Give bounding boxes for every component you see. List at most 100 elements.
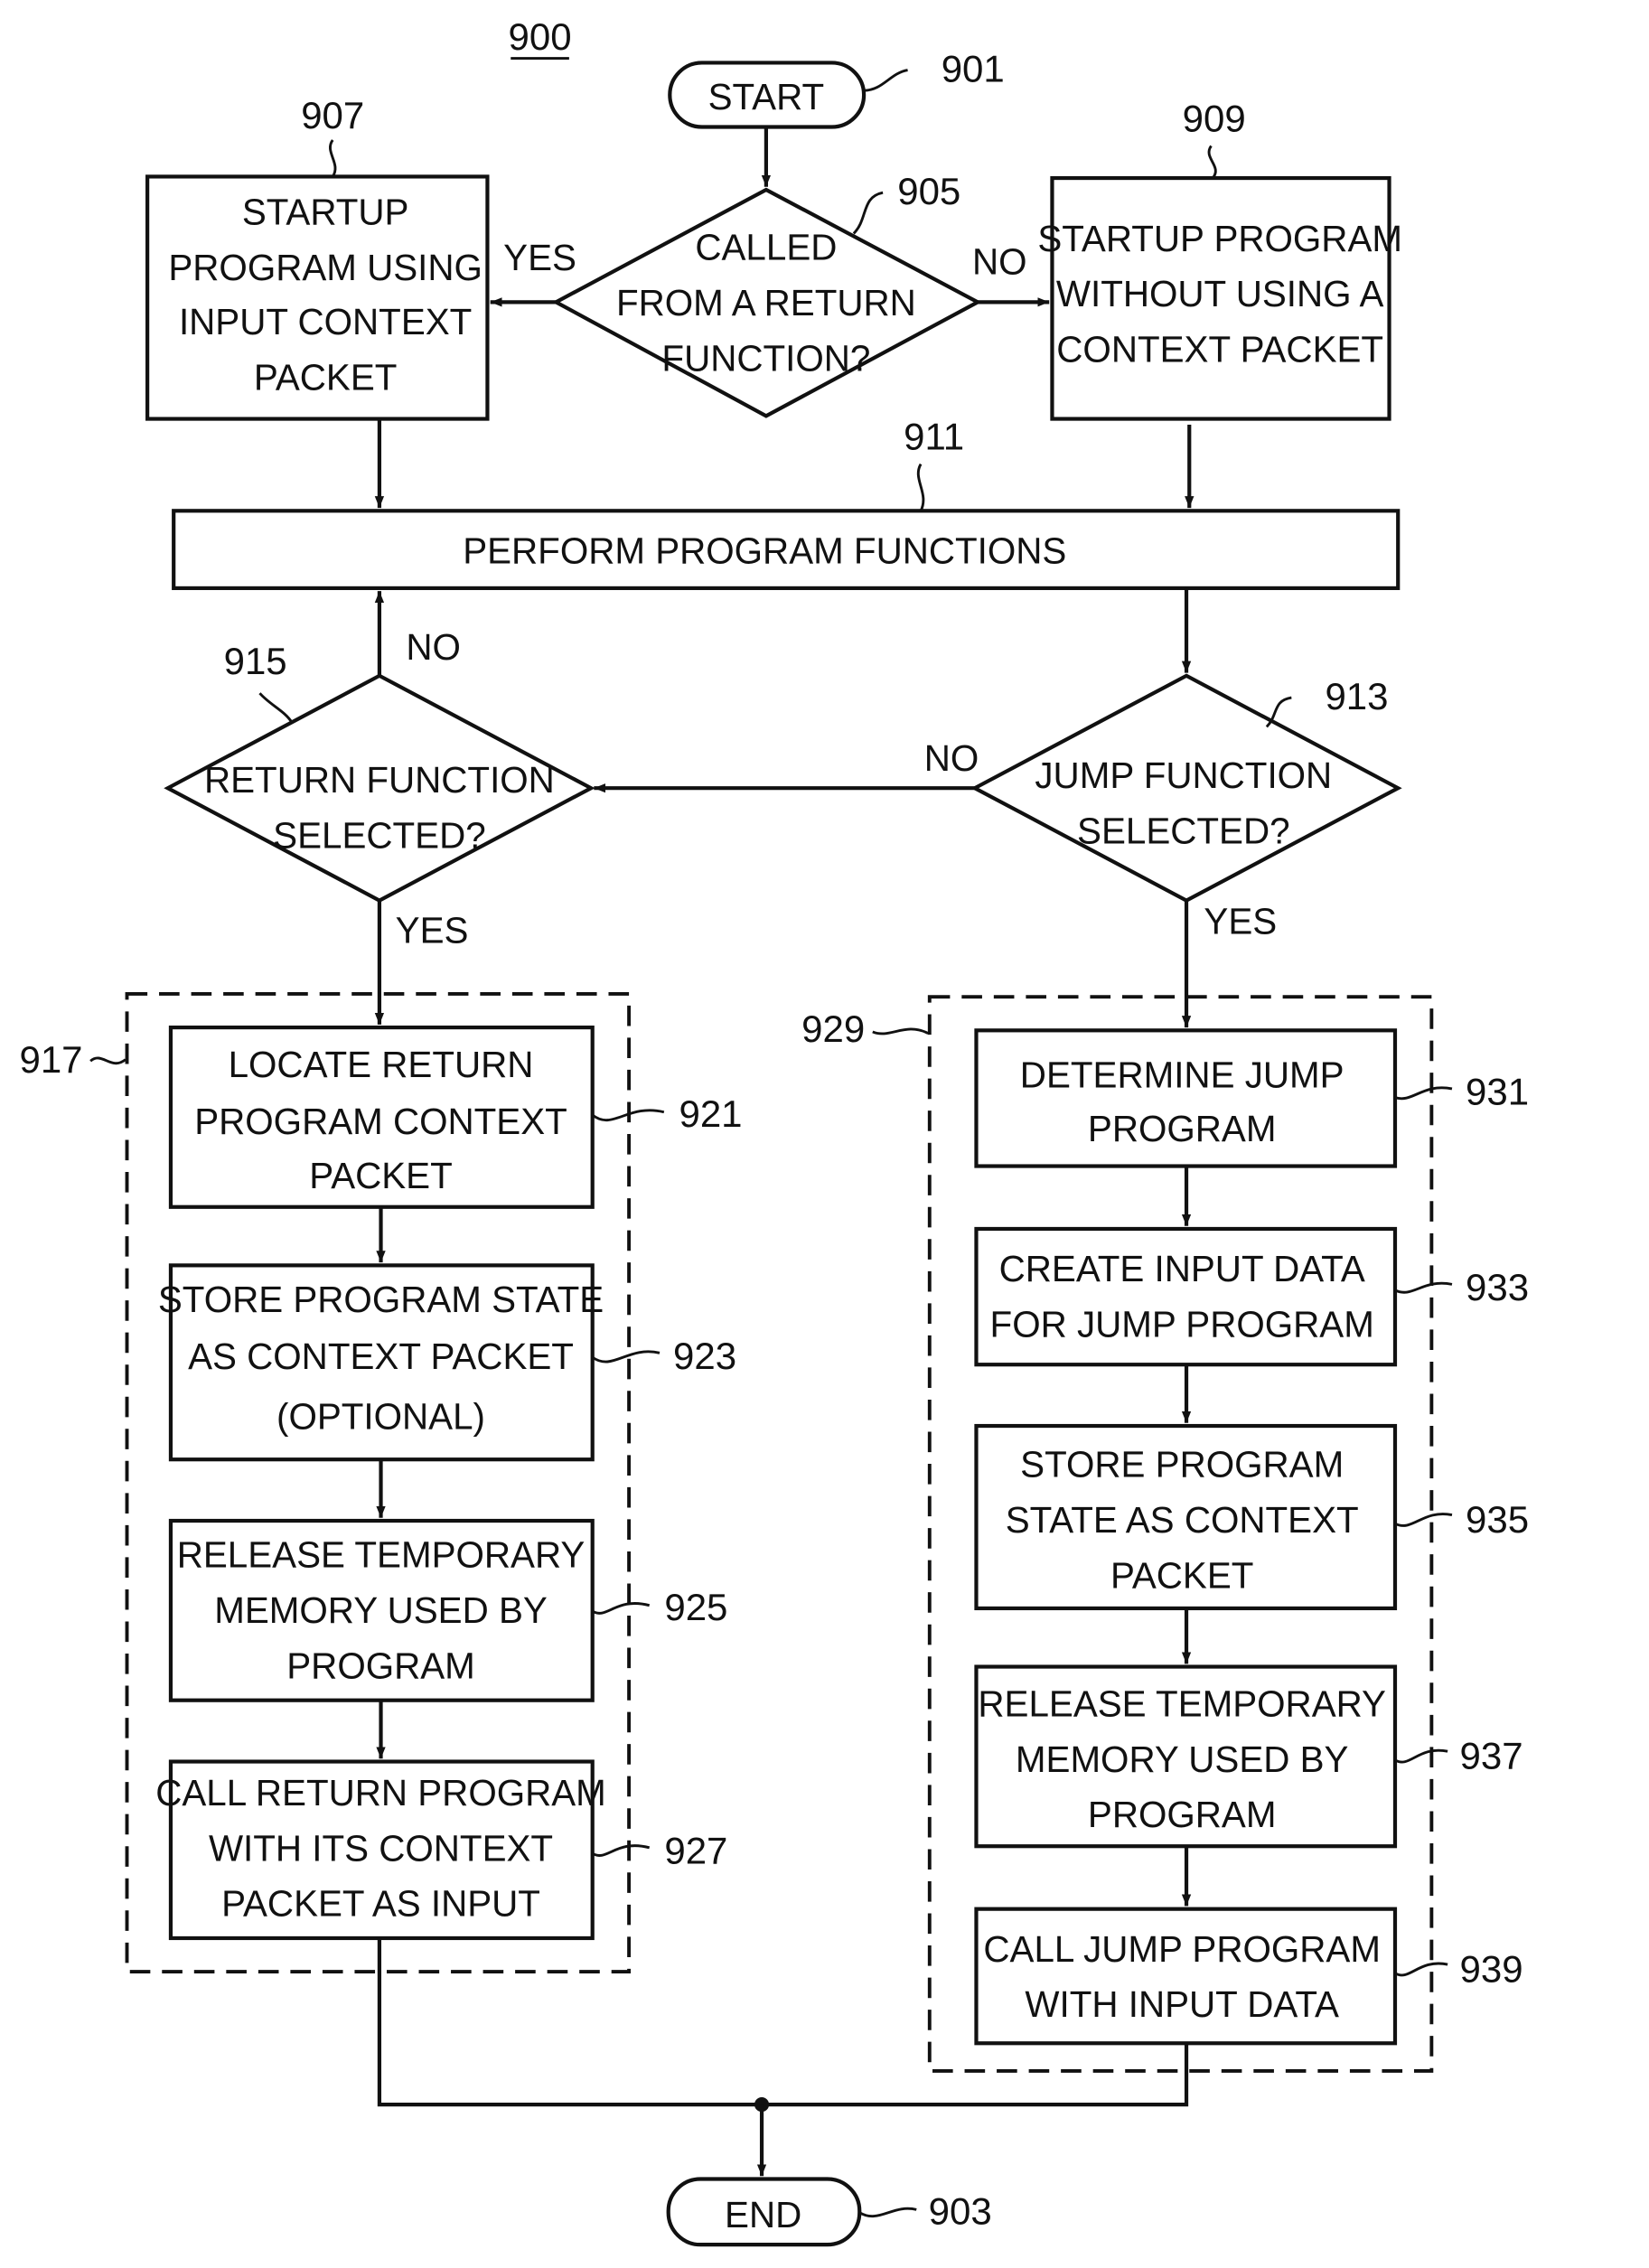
box-907-line3: INPUT CONTEXT	[179, 301, 472, 342]
box-927-line3: PACKET AS INPUT	[221, 1883, 540, 1925]
ref-915: 915	[224, 640, 287, 682]
process-startup-with-context: STARTUP PROGRAM USING INPUT CONTEXT PACK…	[145, 174, 490, 421]
decision-913-line2: SELECTED?	[1077, 811, 1290, 852]
leader-903	[858, 2207, 917, 2218]
start-label: START	[708, 76, 825, 117]
ref-931: 931	[1466, 1071, 1529, 1113]
ref-937: 937	[1460, 1735, 1523, 1777]
leader-937	[1394, 1748, 1448, 1764]
leader-929	[872, 1027, 929, 1036]
box-907-line4: PACKET	[254, 356, 397, 398]
label-no-913: NO	[924, 737, 979, 779]
leader-939	[1394, 1962, 1448, 1977]
box-921-line1: LOCATE RETURN	[229, 1044, 534, 1085]
connector-939-to-merge	[762, 2043, 1189, 2107]
start-terminal: START	[668, 61, 867, 129]
box-925-line3: PROGRAM	[286, 1645, 475, 1686]
process-perform-program-functions: PERFORM PROGRAM FUNCTIONS	[172, 509, 1401, 591]
box-927-line2: WITH ITS CONTEXT	[209, 1827, 553, 1869]
box-907-line1: STARTUP	[242, 192, 409, 233]
leader-911	[916, 463, 925, 511]
box-925-line2: MEMORY USED BY	[214, 1589, 548, 1631]
decision-915-line2: SELECTED?	[273, 814, 486, 856]
ref-907: 907	[301, 94, 364, 136]
box-935-line1: STORE PROGRAM	[1020, 1444, 1344, 1485]
label-no-915: NO	[406, 626, 461, 668]
ref-913: 913	[1325, 675, 1388, 717]
ref-901: 901	[942, 47, 1005, 89]
box-909-line1: STARTUP PROGRAM	[1037, 218, 1402, 259]
leader-931	[1394, 1086, 1453, 1101]
label-no-905: NO	[972, 241, 1027, 283]
ref-933: 933	[1466, 1266, 1529, 1308]
leader-927	[591, 1844, 651, 1857]
end-label: END	[725, 2194, 801, 2235]
decision-return-selected: RETURN FUNCTION SELECTED?	[164, 673, 595, 903]
leader-909	[1207, 145, 1217, 180]
box-937-line1: RELEASE TEMPORARY	[978, 1682, 1386, 1724]
box-921-line3: PACKET	[309, 1155, 452, 1196]
ref-905: 905	[897, 170, 960, 212]
ref-927: 927	[664, 1830, 727, 1872]
process-call-jump-program: CALL JUMP PROGRAM WITH INPUT DATA	[974, 1907, 1398, 2046]
box-923-line1: STORE PROGRAM STATE	[158, 1279, 604, 1320]
decision-913-line1: JUMP FUNCTION	[1035, 754, 1332, 796]
box-931-line1: DETERMINE JUMP	[1020, 1054, 1344, 1095]
process-release-memory-jump: RELEASE TEMPORARY MEMORY USED BY PROGRAM	[974, 1664, 1398, 1849]
ref-925: 925	[664, 1586, 727, 1628]
leader-913	[1265, 696, 1292, 728]
box-927-line1: CALL RETURN PROGRAM	[155, 1772, 606, 1813]
process-store-state-optional: STORE PROGRAM STATE AS CONTEXT PACKET (O…	[158, 1263, 604, 1462]
leader-915	[258, 692, 294, 724]
box-937-line3: PROGRAM	[1088, 1794, 1277, 1835]
leader-933	[1394, 1281, 1453, 1294]
box-923-line2: AS CONTEXT PACKET	[188, 1335, 574, 1377]
leader-917	[89, 1056, 126, 1065]
leader-905	[852, 191, 884, 235]
decision-905-line3: FUNCTION?	[661, 337, 870, 379]
process-store-state-jump: STORE PROGRAM STATE AS CONTEXT PACKET	[974, 1423, 1398, 1611]
decision-915-line1: RETURN FUNCTION	[204, 759, 555, 801]
ref-909: 909	[1183, 97, 1246, 139]
leader-901	[864, 69, 908, 92]
ref-911: 911	[904, 415, 964, 457]
box-939-line2: WITH INPUT DATA	[1025, 1983, 1339, 2025]
box-935-line3: PACKET	[1110, 1554, 1253, 1596]
leader-923	[591, 1350, 661, 1364]
box-907-line2: PROGRAM USING	[168, 247, 483, 288]
box-925-line1: RELEASE TEMPORARY	[177, 1534, 586, 1576]
box-937-line2: MEMORY USED BY	[1016, 1738, 1349, 1780]
ref-935: 935	[1466, 1498, 1529, 1541]
ref-929: 929	[801, 1007, 865, 1050]
box-921-line2: PROGRAM CONTEXT	[194, 1101, 567, 1142]
ref-917: 917	[19, 1038, 82, 1081]
leader-925	[591, 1602, 651, 1615]
box-939-line1: CALL JUMP PROGRAM	[983, 1928, 1381, 1970]
process-startup-without-context: STARTUP PROGRAM WITHOUT USING A CONTEXT …	[1037, 175, 1402, 421]
label-yes-915: YES	[396, 909, 469, 951]
leader-907	[329, 139, 337, 178]
leader-935	[1394, 1513, 1453, 1527]
ref-923: 923	[673, 1335, 736, 1377]
ref-903: 903	[929, 2190, 992, 2233]
ref-939: 939	[1460, 1947, 1523, 1990]
process-create-input-data: CREATE INPUT DATA FOR JUMP PROGRAM	[974, 1226, 1398, 1367]
box-911-line1: PERFORM PROGRAM FUNCTIONS	[463, 530, 1066, 571]
process-determine-jump: DETERMINE JUMP PROGRAM	[974, 1028, 1398, 1168]
decision-905-line2: FROM A RETURN	[616, 282, 916, 323]
decision-called-from-return: CALLED FROM A RETURN FUNCTION?	[551, 187, 982, 418]
box-933-line2: FOR JUMP PROGRAM	[990, 1304, 1374, 1345]
end-terminal: END	[666, 2177, 862, 2247]
ref-921: 921	[679, 1092, 742, 1135]
box-909-line2: WITHOUT USING A	[1056, 273, 1384, 314]
figure-number: 900	[509, 15, 572, 58]
box-923-line3: (OPTIONAL)	[276, 1395, 485, 1437]
box-931-line2: PROGRAM	[1088, 1108, 1277, 1149]
flowchart-900: 900 START 901 CALLED FROM A RETURN FUNCT…	[19, 15, 1529, 2247]
connector-927-to-merge	[377, 1937, 763, 2107]
label-yes-905: YES	[503, 237, 576, 278]
label-yes-913: YES	[1204, 901, 1277, 942]
process-locate-return-packet: LOCATE RETURN PROGRAM CONTEXT PACKET	[168, 1025, 595, 1209]
process-release-memory-return: RELEASE TEMPORARY MEMORY USED BY PROGRAM	[168, 1518, 595, 1702]
box-935-line2: STATE AS CONTEXT	[1006, 1499, 1359, 1541]
